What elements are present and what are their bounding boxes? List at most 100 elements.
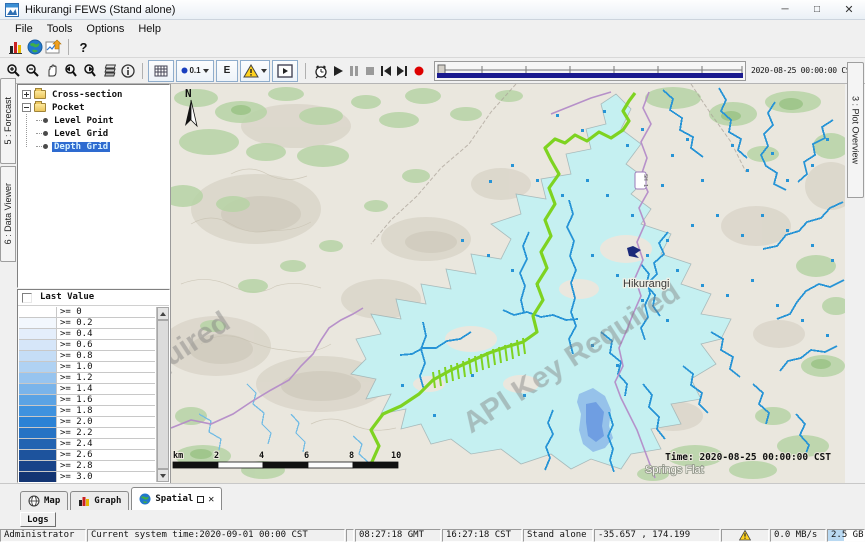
node-bullet-icon <box>43 144 48 149</box>
play-icon[interactable] <box>330 61 346 81</box>
stop-icon[interactable] <box>362 61 378 81</box>
contour-icon[interactable]: 0.1 <box>176 60 214 82</box>
tree-item-level-point[interactable]: Level Point <box>32 114 169 127</box>
scroll-up-icon[interactable] <box>157 307 169 320</box>
legend-row[interactable]: >= 1.0 <box>19 362 155 373</box>
pan-icon[interactable] <box>42 61 61 81</box>
legend-swatch <box>19 329 57 339</box>
window-title: Hikurangi FEWS (Stand alone) <box>25 4 769 16</box>
maximize-button[interactable]: □ <box>801 0 833 19</box>
zoom-next-icon[interactable] <box>80 61 99 81</box>
legend-swatch <box>19 450 57 460</box>
tab-map[interactable]: Map <box>20 491 68 510</box>
folder-icon <box>34 103 46 112</box>
legend-swatch <box>19 439 57 449</box>
tree-item-cross-section[interactable]: Cross-section <box>18 88 169 101</box>
globe-icon[interactable] <box>25 37 44 57</box>
layer-tree: Cross-section Pocket Level Point Level G… <box>17 84 170 288</box>
tab-data-viewer[interactable]: 6 : Data Viewer <box>0 166 16 262</box>
labels-icon[interactable]: E <box>216 60 238 82</box>
main-toolbar: ? <box>0 37 865 58</box>
svg-text:8: 8 <box>349 451 354 461</box>
skip-end-icon[interactable] <box>394 61 410 81</box>
legend-row[interactable]: >= 2.8 <box>19 461 155 472</box>
chevron-down-icon <box>261 69 267 73</box>
tree-item-level-grid[interactable]: Level Grid <box>32 127 169 140</box>
collapse-minus-icon[interactable] <box>22 103 31 112</box>
record-icon[interactable] <box>410 61 428 81</box>
time-slider[interactable] <box>434 61 746 81</box>
logs-row: Logs <box>0 510 865 529</box>
tree-item-pocket[interactable]: Pocket <box>18 101 169 114</box>
logs-button[interactable]: Logs <box>20 512 56 527</box>
warning-icon <box>739 530 751 541</box>
menu-help[interactable]: Help <box>131 22 168 36</box>
tree-item-depth-grid[interactable]: Depth Grid <box>32 140 169 153</box>
legend-row[interactable]: >= 2.0 <box>19 417 155 428</box>
last-value-checkbox[interactable] <box>22 293 32 303</box>
timer-icon[interactable] <box>311 61 330 81</box>
node-bullet-icon <box>43 131 48 136</box>
legend-row[interactable]: >= 1.4 <box>19 384 155 395</box>
legend-row[interactable]: >= 0.4 <box>19 329 155 340</box>
legend-row[interactable]: >= 3.0 <box>19 472 155 482</box>
status-download-rate: 0.0 MB/s <box>770 529 826 542</box>
status-warning-cell[interactable] <box>721 529 769 542</box>
legend-swatch <box>19 406 57 416</box>
scrollbar-thumb[interactable] <box>157 320 169 469</box>
map-canvas[interactable]: SH 1 API Key Required API Key Required N <box>170 84 845 483</box>
legend-row[interactable]: >= 2.6 <box>19 450 155 461</box>
status-system-time: Current system time:2020-09-01 00:00 CST <box>87 529 345 542</box>
legend-row[interactable]: >= 0.2 <box>19 318 155 329</box>
legend-row[interactable]: >= 0 <box>19 307 155 318</box>
legend-row[interactable]: >= 2.4 <box>19 439 155 450</box>
svg-text:km: km <box>173 451 183 461</box>
grid-icon[interactable] <box>148 60 174 82</box>
close-tab-icon[interactable]: ✕ <box>208 494 214 505</box>
help-icon[interactable]: ? <box>74 37 93 57</box>
folder-icon <box>34 90 46 99</box>
animation-icon[interactable] <box>272 60 298 82</box>
toolbar-separator <box>305 63 306 79</box>
menu-file[interactable]: File <box>8 22 40 36</box>
tab-forecast[interactable]: 5 : Forecast <box>0 78 16 164</box>
zoom-previous-icon[interactable] <box>61 61 80 81</box>
legend-row[interactable]: >= 1.8 <box>19 406 155 417</box>
info-icon[interactable] <box>118 61 137 81</box>
menu-bar: File Tools Options Help <box>0 20 865 37</box>
bar-chart-icon <box>78 495 90 507</box>
minimize-button[interactable]: ─ <box>769 0 801 19</box>
legend-header: Last Value <box>18 290 169 306</box>
tab-graph[interactable]: Graph <box>70 491 129 510</box>
area-label: Springs Flat <box>645 464 704 476</box>
restore-icon[interactable] <box>197 496 204 503</box>
legend-swatch <box>19 395 57 405</box>
tab-plot-overview[interactable]: 3 : Plot Overview <box>847 62 864 198</box>
menu-tools[interactable]: Tools <box>40 22 80 36</box>
skip-start-icon[interactable] <box>378 61 394 81</box>
scroll-down-icon[interactable] <box>157 469 169 482</box>
map-toolbar: 0.1 E 2020-08-25 00:00:00 CST <box>0 58 865 84</box>
legend-swatch <box>19 461 57 471</box>
tab-spatial[interactable]: Spatial ✕ <box>131 487 222 510</box>
statistics-icon[interactable] <box>6 37 25 57</box>
pause-icon[interactable] <box>346 61 362 81</box>
warnings-icon[interactable] <box>240 60 270 82</box>
legend-panel: Last Value >= 0 >= 0.2 >= 0.4 >= 0.6 >= … <box>17 289 170 483</box>
legend-row[interactable]: >= 1.2 <box>19 373 155 384</box>
legend-row[interactable]: >= 0.8 <box>19 351 155 362</box>
zoom-out-icon[interactable] <box>23 61 42 81</box>
right-tab-strip: 3 : Plot Overview <box>845 84 865 483</box>
legend-scrollbar[interactable] <box>156 307 169 482</box>
legend-row[interactable]: >= 1.6 <box>19 395 155 406</box>
node-bullet-icon <box>43 118 48 123</box>
bottom-tab-bar: Map Graph Spatial ✕ <box>0 483 865 510</box>
legend-row[interactable]: >= 2.2 <box>19 428 155 439</box>
close-button[interactable]: ✕ <box>833 0 865 19</box>
legend-row[interactable]: >= 0.6 <box>19 340 155 351</box>
tree-children: Level Point Level Grid Depth Grid <box>18 114 169 153</box>
expand-plus-icon[interactable] <box>22 90 31 99</box>
layers-icon[interactable] <box>99 61 118 81</box>
timeseries-dialog-icon[interactable] <box>44 37 63 57</box>
menu-options[interactable]: Options <box>79 22 131 36</box>
